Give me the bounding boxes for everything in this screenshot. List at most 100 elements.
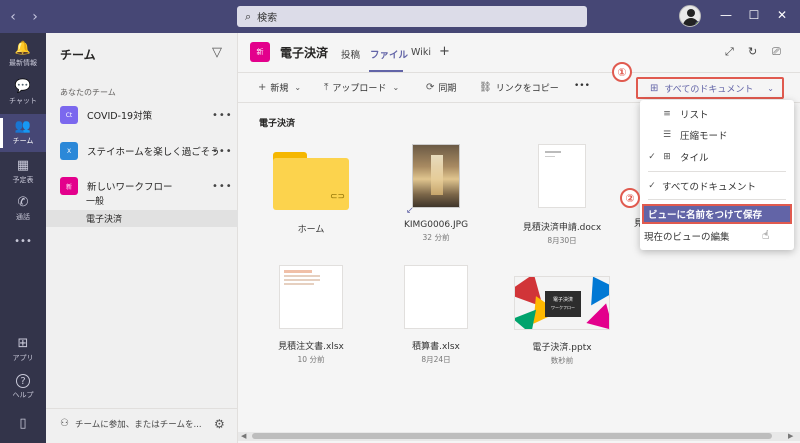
menu-item-save-view-as[interactable]: ビューに名前をつけて保存 <box>642 204 792 224</box>
tab-wiki[interactable]: Wiki <box>411 47 431 58</box>
rail-item-more[interactable]: ••• <box>0 223 46 261</box>
scroll-left-icon[interactable]: ◀ <box>241 432 246 440</box>
more-options-icon[interactable]: ••• <box>212 110 233 121</box>
refresh-icon[interactable]: ↻ <box>748 45 757 58</box>
file-tile-mitsumori-chumon[interactable]: 見積注文書.xlsx 10 分前 <box>256 265 366 365</box>
channel-header: 新 電子決済 投稿 ファイル Wiki + ⤢ ↻ ⎚ <box>238 33 800 73</box>
more-actions-button[interactable]: ••• <box>574 81 590 91</box>
photo-thumbnail: ↙ <box>406 144 460 216</box>
list-icon: ≡ <box>663 109 671 119</box>
team-item-stayhome[interactable]: X ステイホームを楽しく過ごそう ••• <box>46 139 238 163</box>
horizontal-scrollbar[interactable]: ◀ ▶ <box>238 432 800 441</box>
pptx-subtitle: ワークフロー <box>551 305 575 310</box>
join-team-icon: ⚇ <box>60 418 69 429</box>
menu-item-all-documents[interactable]: ✓ すべてのドキュメント <box>640 176 794 196</box>
teams-icon: 👥 <box>14 119 32 134</box>
team-name: ステイホームを楽しく過ごそう <box>87 147 220 158</box>
file-tile-mitsumori-kessai[interactable]: 見積決済申請.docx 8月30日 <box>507 144 617 246</box>
menu-item-tiles[interactable]: ✓ ⊞ タイル <box>640 147 794 167</box>
phone-icon: ✆ <box>17 195 29 210</box>
rail-item-calendar[interactable]: ▦ 予定表 <box>0 153 46 191</box>
scroll-thumb[interactable] <box>252 433 772 439</box>
rail-item-help[interactable]: ? ヘルプ <box>0 368 46 406</box>
meet-icon[interactable]: ⎚ <box>772 45 781 59</box>
cursor-icon: ☝ <box>762 228 770 242</box>
apps-icon: ⊞ <box>17 336 29 351</box>
chat-icon: 💬 <box>14 79 32 94</box>
menu-item-list[interactable]: ≡ リスト <box>640 104 794 124</box>
title-bar: ‹ › ⌕ 検索 — ☐ ✕ <box>0 0 800 33</box>
active-tab-indicator <box>369 70 403 72</box>
rail-item-chat[interactable]: 💬 チャット <box>0 74 46 112</box>
view-selector-button[interactable]: ⊞ すべてのドキュメント ⌄ <box>636 77 784 99</box>
search-placeholder: 検索 <box>257 13 278 24</box>
new-button[interactable]: + 新規 ⌄ <box>258 81 301 94</box>
checkmark-icon: ✓ <box>648 181 656 191</box>
view-icon: ⊞ <box>650 82 659 94</box>
search-icon: ⌕ <box>245 9 252 23</box>
document-thumbnail <box>538 144 586 208</box>
rail-item-activity[interactable]: 🔔 最新情報 <box>0 36 46 74</box>
team-avatar: X <box>60 142 78 160</box>
file-meta: 32 分前 <box>422 233 450 242</box>
channel-avatar: 新 <box>250 42 270 62</box>
calendar-icon: ▦ <box>16 158 30 173</box>
filter-icon[interactable]: ▽ <box>212 45 222 60</box>
search-input[interactable]: ⌕ 検索 <box>237 6 587 27</box>
file-name: KIMG0006.JPG <box>403 220 469 230</box>
file-tile-denshi-kessai-pptx[interactable]: 電子決済 ワークフロー ↙ 電子決済.pptx 数秒前 <box>507 276 617 366</box>
presentation-thumbnail: 電子決済 ワークフロー ↙ <box>514 276 610 330</box>
file-name: ホーム <box>297 225 325 235</box>
bell-icon: 🔔 <box>14 41 32 56</box>
tab-files[interactable]: ファイル <box>370 47 408 61</box>
compact-icon: ☰ <box>662 130 672 140</box>
more-options-icon[interactable]: ••• <box>212 181 233 192</box>
team-avatar: Ct <box>60 106 78 124</box>
file-tile-home[interactable]: ⊂⊃ ホーム <box>256 146 366 235</box>
more-icon: ••• <box>14 236 32 247</box>
team-item-covid[interactable]: Ct COVID-19対策 ••• <box>46 103 238 127</box>
forward-icon[interactable]: › <box>24 9 46 25</box>
pptx-title: 電子決済 <box>552 297 573 303</box>
channel-item-general[interactable]: 一般 <box>46 192 238 209</box>
sync-button[interactable]: ⟳ 同期 <box>426 81 456 94</box>
team-name: 新しいワークフロー <box>87 182 173 193</box>
more-options-icon[interactable]: ••• <box>212 146 233 157</box>
callout-2: ② <box>620 188 640 208</box>
rail-item-teams[interactable]: 👥 チーム <box>0 114 46 152</box>
chevron-down-icon: ⌄ <box>294 83 302 92</box>
file-tile-sekisan[interactable]: 積算書.xlsx 8月24日 <box>381 265 491 365</box>
file-tile-kimg[interactable]: ↙ KIMG0006.JPG 32 分前 <box>381 144 491 243</box>
mobile-icon: ▯ <box>19 416 27 431</box>
menu-item-compact[interactable]: ☰ 圧縮モード <box>640 125 794 145</box>
add-tab-button[interactable]: + <box>439 44 450 59</box>
back-icon[interactable]: ‹ <box>2 9 24 25</box>
teams-panel: チーム ▽ あなたのチーム Ct COVID-19対策 ••• X ステイホーム… <box>46 33 238 443</box>
avatar[interactable] <box>679 5 701 27</box>
expand-icon[interactable]: ⤢ <box>725 45 734 59</box>
file-meta: 8月24日 <box>421 355 451 364</box>
tab-posts[interactable]: 投稿 <box>341 47 360 61</box>
panel-title: チーム <box>60 48 96 62</box>
callout-1: ① <box>612 62 632 82</box>
channel-item-denshi-kessai[interactable]: 電子決済 <box>46 210 238 227</box>
file-meta: 10 分前 <box>297 355 325 364</box>
folder-title: 電子決済 <box>259 119 296 129</box>
spreadsheet-thumbnail <box>279 265 343 329</box>
menu-item-edit-current-view[interactable]: 現在のビューの編集 ☝ <box>640 226 794 246</box>
rail-item-mobile[interactable]: ▯ <box>0 405 46 443</box>
share-icon: ⊂⊃ <box>330 192 346 202</box>
gear-icon[interactable]: ⚙ <box>214 417 225 431</box>
app-rail: 🔔 最新情報 💬 チャット 👥 チーム ▦ 予定表 ✆ 通話 ••• ⊞ アプリ… <box>0 33 46 443</box>
copy-link-button[interactable]: ⛓ リンクをコピー <box>479 81 559 94</box>
minimize-button[interactable]: — <box>716 8 736 22</box>
menu-divider <box>648 171 786 172</box>
maximize-button[interactable]: ☐ <box>744 8 764 22</box>
close-button[interactable]: ✕ <box>772 8 792 22</box>
rail-item-apps[interactable]: ⊞ アプリ <box>0 331 46 369</box>
join-team-bar[interactable]: ⚇ チームに参加、またはチームを... ⚙ <box>46 408 238 438</box>
sync-icon: ⟳ <box>426 82 435 93</box>
upload-button[interactable]: ⤒ アップロード ⌄ <box>324 81 399 94</box>
scroll-right-icon[interactable]: ▶ <box>788 432 793 440</box>
status-dot <box>695 21 700 26</box>
